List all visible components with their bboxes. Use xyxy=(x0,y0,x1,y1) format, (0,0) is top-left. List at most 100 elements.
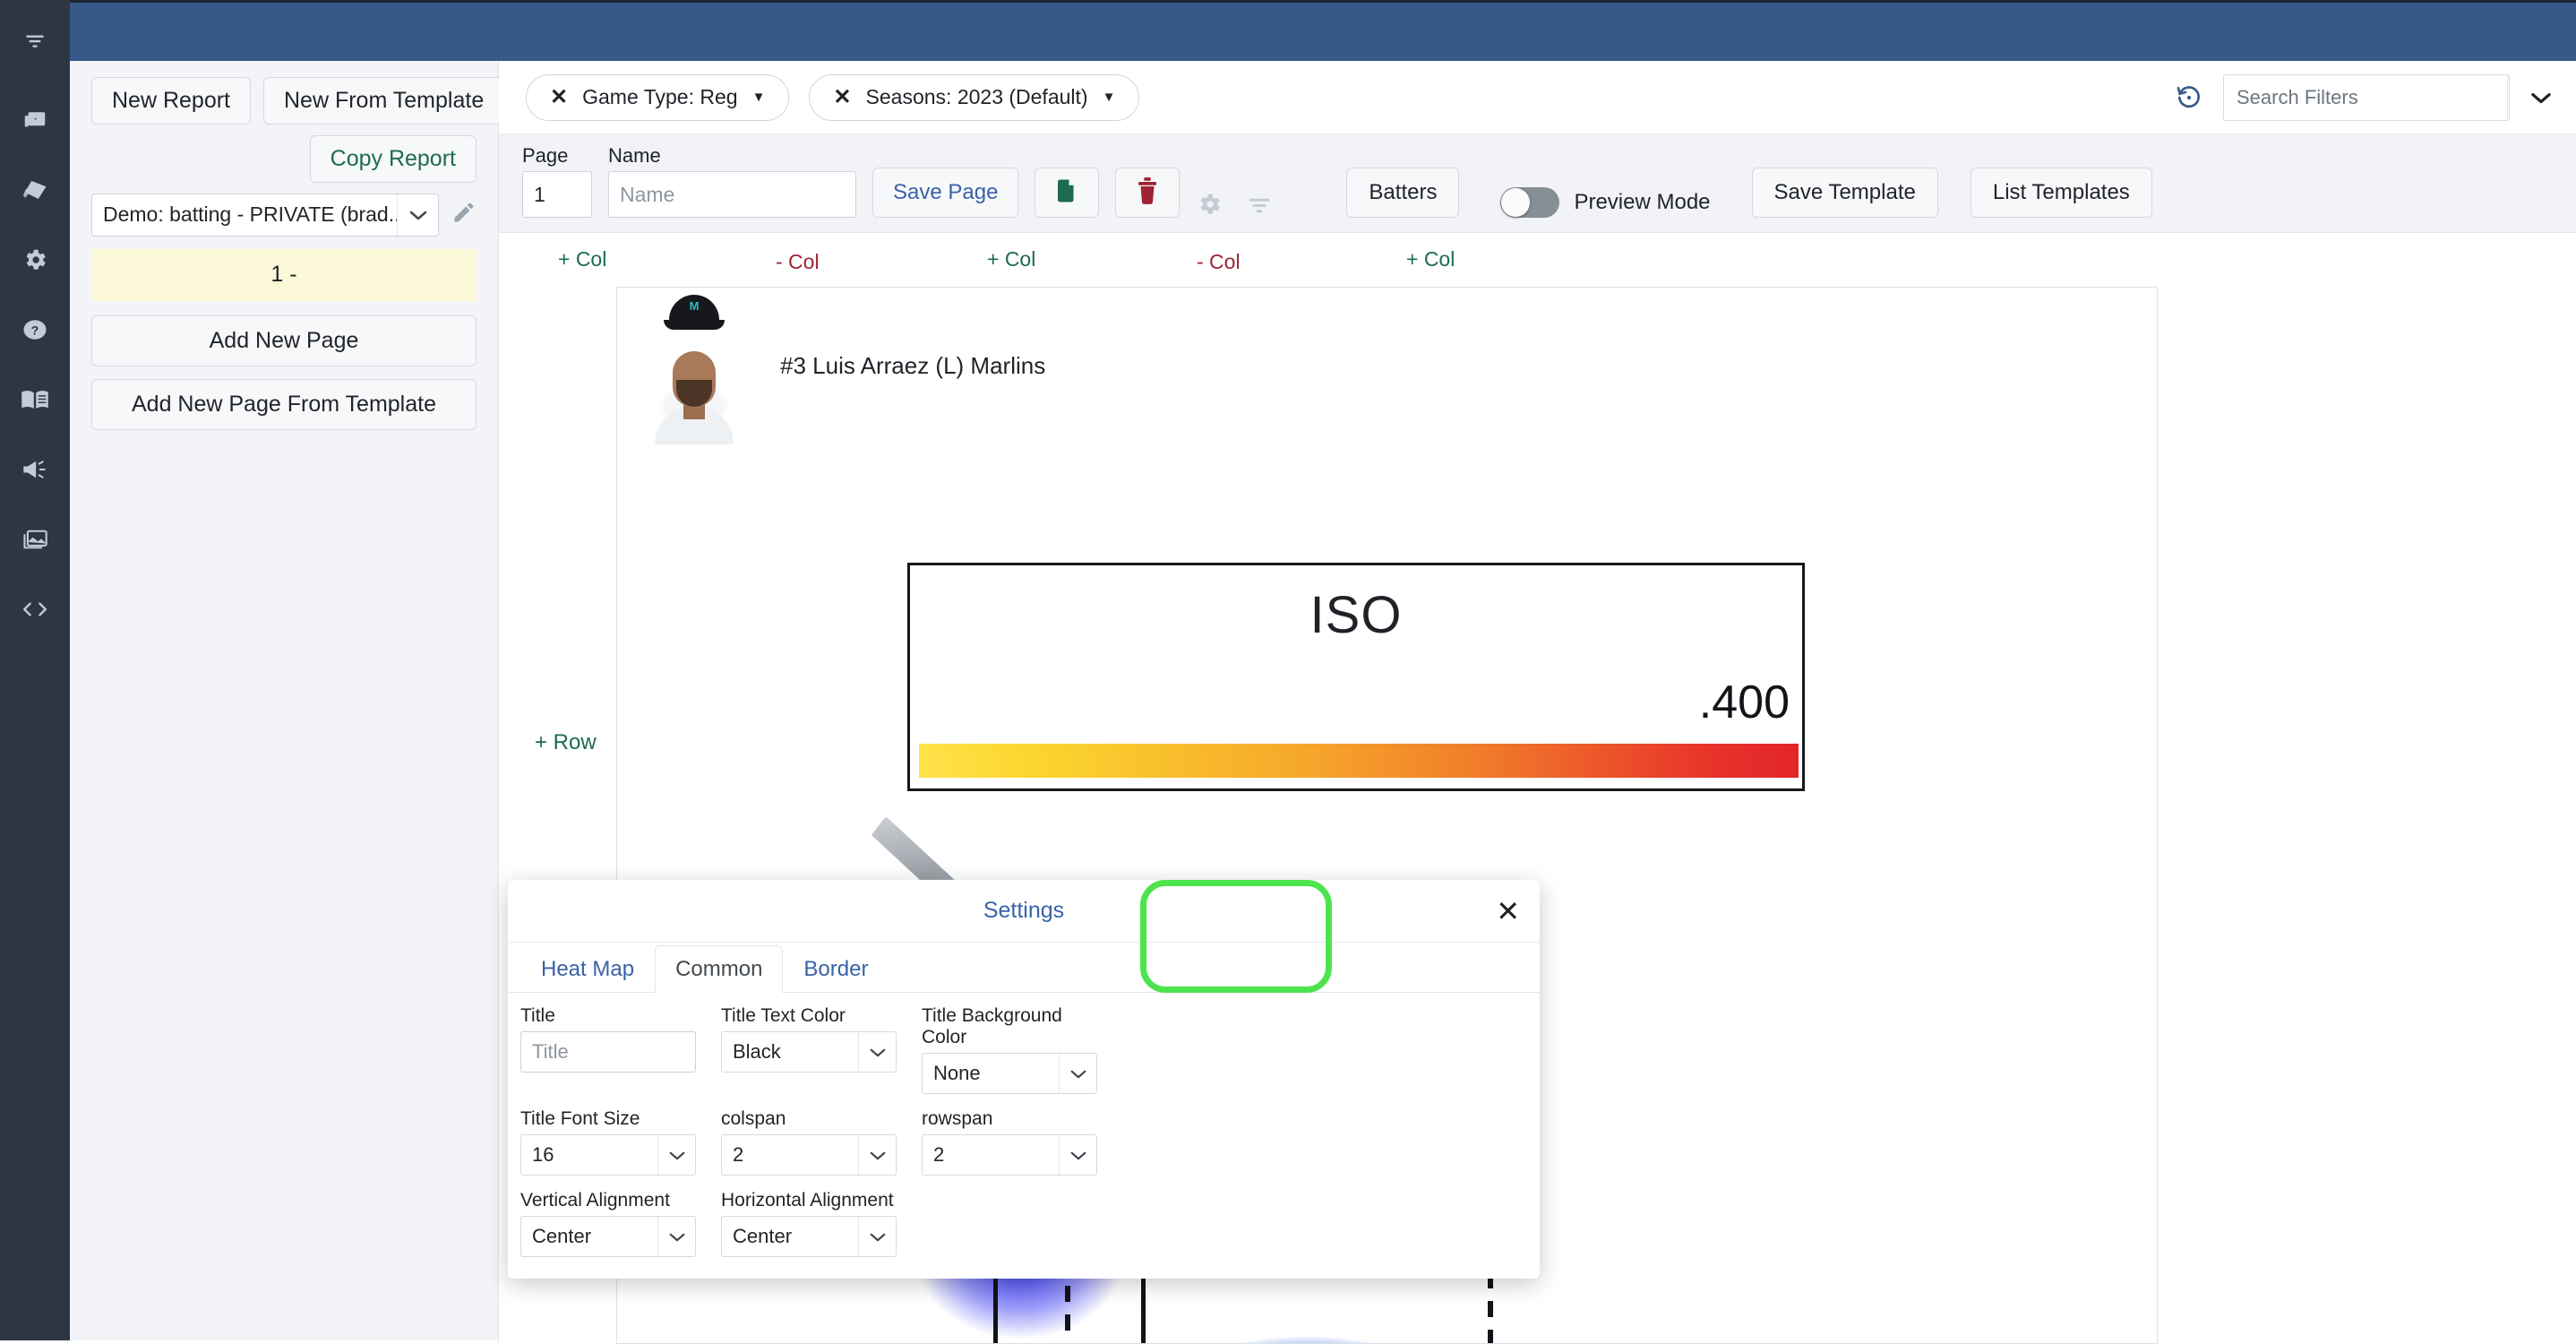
horizontal-alignment-field: Horizontal Alignment Center xyxy=(721,1190,909,1257)
tab-border[interactable]: Border xyxy=(783,945,889,993)
edit-pencil-icon[interactable] xyxy=(451,200,477,229)
reports-play-icon[interactable] xyxy=(13,99,56,142)
add-col-button-3[interactable]: + Col xyxy=(1406,247,1455,271)
code-icon[interactable] xyxy=(13,588,56,631)
remove-filter-icon[interactable]: ✕ xyxy=(833,84,851,110)
copy-page-icon xyxy=(1053,177,1080,209)
iso-card-value: .400 xyxy=(1699,676,1790,729)
megaphone-icon[interactable] xyxy=(13,448,56,491)
chevron-down-icon: ▼ xyxy=(752,90,766,105)
title-text-color-label: Title Text Color xyxy=(721,1005,909,1027)
iso-card-title: ISO xyxy=(910,585,1802,645)
chevron-down-icon[interactable] xyxy=(2507,75,2510,120)
page-list-item-1[interactable]: 1 - xyxy=(91,249,477,301)
vertical-alignment-value: Center xyxy=(521,1217,657,1256)
save-page-button[interactable]: Save Page xyxy=(872,168,1018,218)
title-input[interactable] xyxy=(520,1031,696,1073)
new-from-template-button[interactable]: New From Template xyxy=(263,77,504,125)
report-sidebar-panel: New Report New From Template Copy Report… xyxy=(70,61,499,1340)
search-filters-input[interactable] xyxy=(2224,75,2507,120)
iso-color-scale-bar xyxy=(919,744,1799,778)
copy-page-button[interactable] xyxy=(1035,168,1099,218)
colspan-field: colspan 2 xyxy=(721,1108,909,1176)
title-field-label: Title xyxy=(520,1005,708,1027)
remove-filter-icon[interactable]: ✕ xyxy=(550,84,568,110)
book-icon[interactable] xyxy=(13,378,56,421)
settings-dialog-header: Settings ✕ xyxy=(508,880,1540,943)
player-header-cell[interactable]: M #3 Luis Arraez (L) Marlins xyxy=(617,288,2157,444)
page-number-input[interactable] xyxy=(522,171,592,218)
page-filter-lines-icon[interactable] xyxy=(1246,191,1273,218)
new-report-button[interactable]: New Report xyxy=(91,77,251,125)
image-icon[interactable] xyxy=(13,518,56,561)
add-row-button[interactable]: + Row xyxy=(535,730,597,755)
horizontal-alignment-select[interactable]: Center xyxy=(721,1216,897,1257)
chevron-down-icon: ▼ xyxy=(1103,90,1116,105)
filter-chip-label: Seasons: 2023 (Default) xyxy=(866,85,1088,109)
filter-bar-right-controls xyxy=(2175,74,2553,121)
reset-filters-icon[interactable] xyxy=(2175,83,2203,112)
chevron-down-icon xyxy=(657,1135,695,1175)
delete-page-button[interactable] xyxy=(1115,168,1180,218)
cards-icon[interactable] xyxy=(13,168,56,211)
add-col-button-2[interactable]: + Col xyxy=(987,247,1035,271)
title-background-color-field: Title Background Color None xyxy=(922,1005,1110,1094)
add-new-page-from-template-button[interactable]: Add New Page From Template xyxy=(91,379,477,430)
title-background-color-select[interactable]: None xyxy=(922,1053,1097,1094)
settings-field-grid: Title Title Text Color Black Title Backg… xyxy=(520,1005,1527,1271)
left-icon-rail: ? xyxy=(0,0,70,1340)
preview-mode-toggle[interactable] xyxy=(1500,187,1559,218)
colspan-select[interactable]: 2 xyxy=(721,1134,897,1176)
vertical-alignment-select[interactable]: Center xyxy=(520,1216,696,1257)
title-font-size-field: Title Font Size 16 xyxy=(520,1108,708,1176)
horizontal-alignment-label: Horizontal Alignment xyxy=(721,1190,909,1211)
settings-dialog: Settings ✕ Heat Map Common Border Title … xyxy=(508,880,1540,1279)
close-icon[interactable]: ✕ xyxy=(1496,897,1520,926)
chevron-down-icon xyxy=(397,194,438,236)
title-text-color-value: Black xyxy=(722,1032,858,1072)
title-field: Title xyxy=(520,1005,708,1094)
title-font-size-select[interactable]: 16 xyxy=(520,1134,696,1176)
iso-stat-card[interactable]: ISO .400 xyxy=(907,563,1805,791)
title-text-color-select[interactable]: Black xyxy=(721,1031,897,1073)
report-select-value: Demo: batting - PRIVATE (brad... xyxy=(92,194,397,236)
tab-heat-map[interactable]: Heat Map xyxy=(520,945,655,993)
tab-common[interactable]: Common xyxy=(655,945,783,993)
remove-col-button-2[interactable]: - Col xyxy=(1197,250,1241,274)
remove-col-button-1[interactable]: - Col xyxy=(776,250,820,274)
page-settings-gear-icon[interactable] xyxy=(1196,191,1223,218)
help-icon[interactable]: ? xyxy=(13,308,56,351)
toggle-knob xyxy=(1501,188,1530,217)
chevron-down-icon xyxy=(657,1217,695,1256)
column-tools-row: + Col - Col + Col - Col + Col xyxy=(499,233,2576,289)
report-select[interactable]: Demo: batting - PRIVATE (brad... xyxy=(91,194,439,237)
filter-bar: ✕ Game Type: Reg ▼ ✕ Seasons: 2023 (Defa… xyxy=(499,61,2576,134)
add-col-button-1[interactable]: + Col xyxy=(558,247,606,271)
save-template-button[interactable]: Save Template xyxy=(1752,168,1938,218)
filter-lines-icon[interactable] xyxy=(13,20,56,63)
chevron-down-icon xyxy=(858,1217,896,1256)
list-templates-button[interactable]: List Templates xyxy=(1971,168,2152,218)
chevron-down-icon xyxy=(1059,1054,1096,1093)
batters-button[interactable]: Batters xyxy=(1346,168,1459,218)
settings-tabs: Heat Map Common Border xyxy=(508,943,1540,993)
gear-icon[interactable] xyxy=(13,238,56,281)
expand-filters-chevron-icon[interactable] xyxy=(2529,90,2553,105)
rowspan-value: 2 xyxy=(923,1135,1059,1175)
copy-report-button[interactable]: Copy Report xyxy=(310,135,477,183)
page-name-field: Name xyxy=(608,144,856,218)
search-filters-field[interactable] xyxy=(2223,74,2510,121)
filter-chip-game-type[interactable]: ✕ Game Type: Reg ▼ xyxy=(526,74,789,121)
chevron-down-icon xyxy=(858,1135,896,1175)
chevron-down-icon xyxy=(858,1032,896,1072)
page-name-input[interactable] xyxy=(608,171,856,218)
rowspan-select[interactable]: 2 xyxy=(922,1134,1097,1176)
colspan-value: 2 xyxy=(722,1135,858,1175)
add-new-page-button[interactable]: Add New Page xyxy=(91,315,477,366)
page-name-label: Name xyxy=(608,144,856,168)
title-font-size-label: Title Font Size xyxy=(520,1108,708,1130)
settings-dialog-body: Title Title Text Color Black Title Backg… xyxy=(508,993,1540,1271)
filter-chip-seasons[interactable]: ✕ Seasons: 2023 (Default) ▼ xyxy=(809,74,1139,121)
title-background-color-value: None xyxy=(923,1054,1059,1093)
player-name-label: #3 Luis Arraez (L) Marlins xyxy=(780,352,1045,380)
